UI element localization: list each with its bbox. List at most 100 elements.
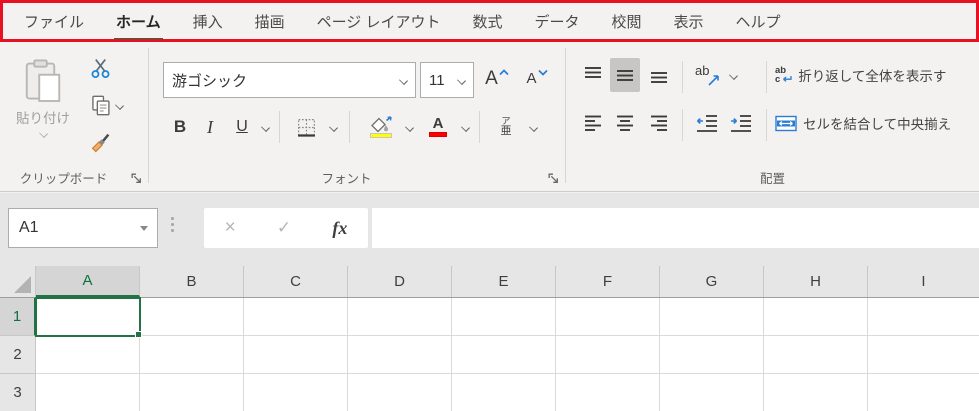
row-header-2[interactable]: 2 xyxy=(0,336,36,374)
align-bottom-button[interactable] xyxy=(644,58,674,92)
name-box-dropdown-icon[interactable] xyxy=(140,226,148,231)
paste-button[interactable]: 貼り付け xyxy=(4,52,82,170)
column-header-g[interactable]: G xyxy=(660,266,764,297)
font-size-chevron-icon[interactable] xyxy=(457,76,466,85)
row-header-1[interactable]: 1 xyxy=(0,298,36,336)
merge-center-button[interactable]: セルを結合して中央揃え xyxy=(775,106,979,140)
tab-review[interactable]: 校閲 xyxy=(596,0,658,42)
cell[interactable] xyxy=(452,336,556,374)
italic-button[interactable]: I xyxy=(197,108,223,146)
cell[interactable] xyxy=(660,374,764,411)
cell[interactable] xyxy=(140,336,244,374)
tab-draw[interactable]: 描画 xyxy=(239,0,301,42)
cell[interactable] xyxy=(764,374,868,411)
column-header-a[interactable]: A xyxy=(36,266,140,297)
align-bottom-icon xyxy=(648,64,670,86)
caret-down-icon xyxy=(538,69,548,76)
cell[interactable] xyxy=(140,298,244,336)
font-color-chevron-icon[interactable] xyxy=(457,108,473,146)
fill-color-chevron-icon[interactable] xyxy=(401,108,417,146)
copy-button[interactable] xyxy=(86,89,146,121)
align-right-button[interactable] xyxy=(644,106,674,140)
cell[interactable] xyxy=(348,336,452,374)
format-painter-icon xyxy=(90,132,111,153)
increase-indent-button[interactable] xyxy=(726,106,756,140)
underline-chevron-icon[interactable] xyxy=(257,108,273,146)
cell[interactable] xyxy=(868,374,979,411)
column-header-d[interactable]: D xyxy=(348,266,452,297)
bold-button[interactable]: B xyxy=(165,108,195,146)
font-color-button[interactable]: A xyxy=(421,108,455,146)
decrease-indent-button[interactable] xyxy=(692,106,722,140)
enter-icon[interactable]: ✓ xyxy=(277,218,291,238)
column-header-i[interactable]: I xyxy=(868,266,979,297)
tab-file[interactable]: ファイル xyxy=(8,0,100,42)
font-name-combobox[interactable]: 游ゴシック xyxy=(163,62,416,98)
cell[interactable] xyxy=(868,298,979,336)
decrease-font-size-button[interactable]: A xyxy=(519,64,555,96)
column-header-e[interactable]: E xyxy=(452,266,556,297)
tab-data[interactable]: データ xyxy=(519,0,596,42)
phonetic-guide-button[interactable]: ア 亜 xyxy=(489,108,523,146)
align-middle-button[interactable] xyxy=(610,58,640,92)
tab-formulas[interactable]: 数式 xyxy=(456,0,518,42)
cell[interactable] xyxy=(764,336,868,374)
cell[interactable] xyxy=(868,336,979,374)
orientation-button[interactable]: ab xyxy=(692,58,724,92)
underline-button[interactable]: U xyxy=(227,108,257,146)
cell[interactable] xyxy=(556,336,660,374)
font-size-combobox[interactable]: 11 xyxy=(420,62,474,98)
borders-button[interactable] xyxy=(289,108,323,146)
cell[interactable] xyxy=(348,298,452,336)
name-box[interactable]: A1 xyxy=(8,208,158,248)
column-header-h[interactable]: H xyxy=(764,266,868,297)
fill-handle[interactable] xyxy=(135,331,142,338)
copy-dropdown-chevron-icon[interactable] xyxy=(115,101,124,110)
cell[interactable] xyxy=(140,374,244,411)
align-top-button[interactable] xyxy=(578,58,608,92)
align-center-button[interactable] xyxy=(610,106,640,140)
tab-view[interactable]: 表示 xyxy=(658,0,720,42)
cancel-icon[interactable]: × xyxy=(225,217,236,239)
cell-a1-selected[interactable] xyxy=(36,298,140,336)
cell[interactable] xyxy=(660,298,764,336)
orientation-chevron-icon[interactable] xyxy=(726,58,741,92)
font-dialog-launcher-icon[interactable] xyxy=(545,170,561,186)
align-left-button[interactable] xyxy=(578,106,608,140)
insert-function-icon[interactable]: fx xyxy=(332,218,347,239)
borders-chevron-icon[interactable] xyxy=(325,108,341,146)
fill-color-button[interactable] xyxy=(363,108,399,146)
tab-page-layout[interactable]: ページ レイアウト xyxy=(301,0,457,42)
column-header-f[interactable]: F xyxy=(556,266,660,297)
cell[interactable] xyxy=(452,374,556,411)
tab-home[interactable]: ホーム xyxy=(100,0,177,42)
font-name-chevron-icon[interactable] xyxy=(399,76,408,85)
wrap-text-button[interactable]: ab c 折り返して全体を表示す xyxy=(775,58,979,92)
format-painter-button[interactable] xyxy=(86,126,146,158)
formula-input[interactable] xyxy=(372,208,979,248)
column-header-c[interactable]: C xyxy=(244,266,348,297)
cell[interactable] xyxy=(244,298,348,336)
cell[interactable] xyxy=(452,298,556,336)
phonetic-chevron-icon[interactable] xyxy=(525,108,541,146)
paste-dropdown-chevron-icon[interactable] xyxy=(39,129,48,138)
increase-font-size-button[interactable]: A xyxy=(479,64,515,96)
tab-help[interactable]: ヘルプ xyxy=(720,0,797,42)
column-header-b[interactable]: B xyxy=(140,266,244,297)
formula-bar-resize-handle[interactable] xyxy=(171,217,174,232)
cell[interactable] xyxy=(556,374,660,411)
cell[interactable] xyxy=(244,374,348,411)
select-all-button[interactable] xyxy=(0,266,36,297)
clipboard-dialog-launcher-icon[interactable] xyxy=(128,170,144,186)
cell[interactable] xyxy=(36,336,140,374)
cut-button[interactable] xyxy=(86,52,146,84)
cell[interactable] xyxy=(764,298,868,336)
cell[interactable] xyxy=(556,298,660,336)
cell[interactable] xyxy=(244,336,348,374)
cell[interactable] xyxy=(36,374,140,411)
tab-insert[interactable]: 挿入 xyxy=(177,0,239,42)
font-size-value: 11 xyxy=(421,72,458,89)
cell[interactable] xyxy=(660,336,764,374)
row-header-3[interactable]: 3 xyxy=(0,374,36,411)
cell[interactable] xyxy=(348,374,452,411)
